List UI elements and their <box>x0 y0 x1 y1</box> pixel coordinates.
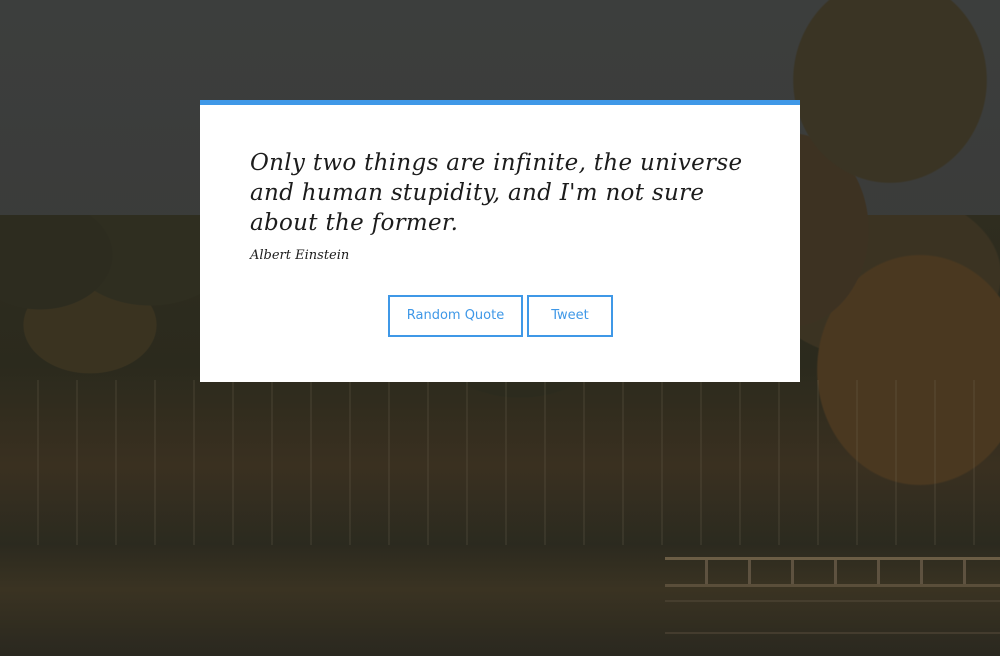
random-quote-button[interactable]: Random Quote <box>388 295 523 337</box>
background-tree-trunks <box>0 380 1000 550</box>
tweet-button[interactable]: Tweet <box>527 295 613 337</box>
quote-text: Only two things are infinite, the univer… <box>250 150 743 236</box>
background-dock <box>665 557 1000 587</box>
quote-card: Only two things are infinite, the univer… <box>200 100 800 382</box>
quote-author: Albert Einstein <box>250 248 350 263</box>
background-dock-reflection <box>665 600 1000 634</box>
